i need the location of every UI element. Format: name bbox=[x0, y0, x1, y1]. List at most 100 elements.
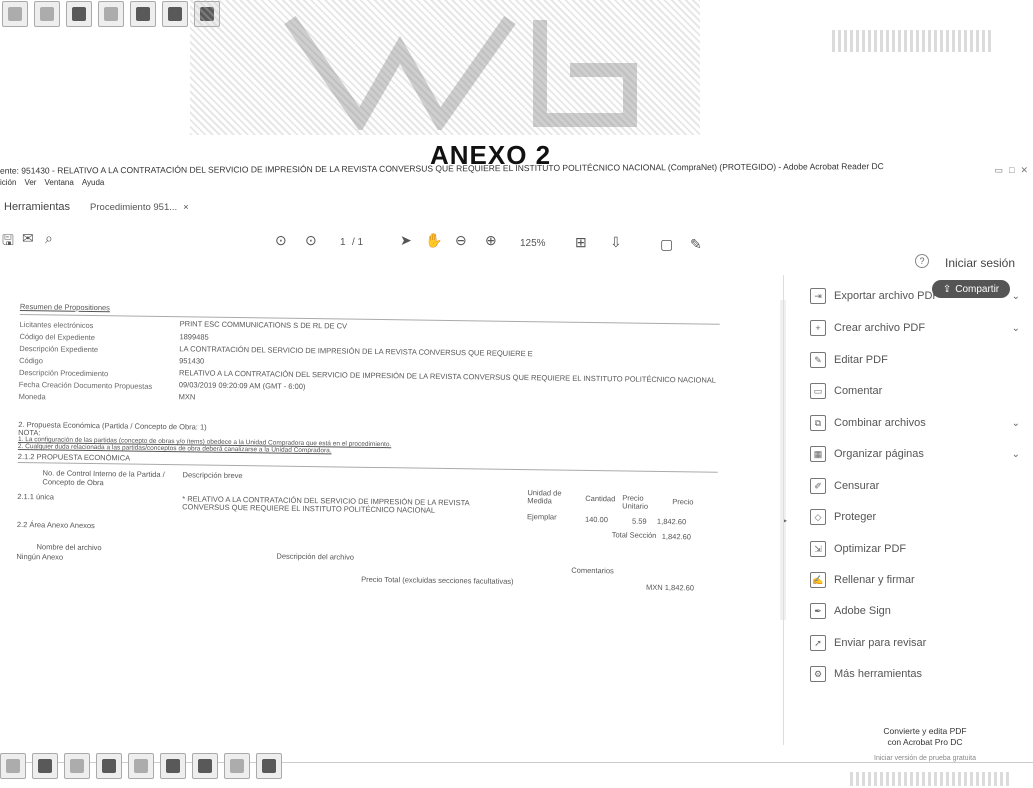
promo-line-1: Convierte y edita PDF bbox=[883, 726, 967, 736]
adobe-sign-icon: ✒ bbox=[810, 603, 826, 619]
taskbar-app-icon[interactable] bbox=[32, 753, 58, 779]
zoom-out-icon[interactable]: ⊖ bbox=[455, 232, 467, 249]
field-label: Código bbox=[19, 355, 43, 366]
tool-edit-pdf[interactable]: ✎ Editar PDF bbox=[810, 352, 1020, 368]
chevron-down-icon[interactable]: ⌄ bbox=[1012, 418, 1020, 429]
zoom-in-icon[interactable]: ⊕ bbox=[485, 232, 497, 249]
tool-label: Exportar archivo PDF bbox=[834, 290, 940, 302]
tool-combine-files[interactable]: ⧉ Combinar archivos ⌄ bbox=[810, 415, 1020, 431]
row-id: 2.1.1 única bbox=[17, 491, 55, 502]
taskbar-app-icon[interactable] bbox=[66, 1, 92, 27]
signin-link[interactable]: Iniciar sesión bbox=[945, 256, 1015, 270]
window-controls: ▭ □ ✕ bbox=[995, 165, 1029, 176]
hand-tool-icon[interactable]: ✋ bbox=[425, 232, 442, 249]
tool-label: Enviar para revisar bbox=[834, 637, 927, 649]
proposal-heading: 2. Propuesta Económica (Partida / Concep… bbox=[18, 419, 207, 432]
tool-organize-pages[interactable]: ▦ Organizar páginas ⌄ bbox=[810, 446, 1020, 462]
page-total: / 1 bbox=[352, 237, 364, 248]
trial-link[interactable]: Iniciar versión de prueba gratuita bbox=[830, 755, 1020, 762]
chevron-down-icon[interactable]: ⌄ bbox=[1012, 323, 1020, 334]
tool-adobe-sign[interactable]: ✒ Adobe Sign bbox=[810, 603, 1020, 619]
help-icon[interactable]: ? bbox=[915, 254, 929, 268]
tool-comment[interactable]: ▭ Comentar bbox=[810, 383, 1020, 399]
tab-document[interactable]: Procedimiento 951... × bbox=[90, 202, 189, 213]
field-value: 1899485 bbox=[179, 332, 209, 342]
comment-tool-icon[interactable]: ▢ bbox=[660, 236, 673, 253]
menu-edit[interactable]: ición bbox=[0, 178, 16, 187]
tool-label: Rellenar y firmar bbox=[834, 574, 915, 586]
mail-icon[interactable]: ✉ bbox=[22, 230, 34, 247]
taskbar-app-icon[interactable] bbox=[98, 1, 124, 27]
highlight-tool-icon[interactable]: ✎ bbox=[690, 236, 702, 253]
tool-create-pdf[interactable]: + Crear archivo PDF ⌄ bbox=[810, 320, 1020, 336]
tool-optimize-pdf[interactable]: ⇲ Optimizar PDF bbox=[810, 541, 1020, 557]
top-taskbar bbox=[2, 0, 220, 28]
close-icon[interactable]: ✕ bbox=[1020, 165, 1028, 176]
row-unit: Ejemplar bbox=[526, 512, 557, 522]
menu-view[interactable]: Ver bbox=[24, 178, 36, 187]
taskbar-app-icon[interactable] bbox=[224, 753, 250, 779]
tool-label: Proteger bbox=[834, 511, 877, 523]
tool-label: Crear archivo PDF bbox=[834, 322, 926, 334]
tool-more-tools[interactable]: ⚙ Más herramientas bbox=[810, 666, 1020, 682]
field-label: Fecha Creación Documento Propuestas bbox=[18, 379, 153, 391]
zoom-search-icon[interactable]: ⌕ bbox=[45, 230, 53, 247]
tool-send-review[interactable]: ➚ Enviar para revisar bbox=[810, 635, 1020, 651]
attach-heading: 2.2 Área Anexo Anexos bbox=[16, 519, 95, 531]
scroll-mode-icon[interactable]: ⇩ bbox=[610, 234, 622, 251]
taskbar-app-icon[interactable] bbox=[192, 753, 218, 779]
window-title: ente: 951430 - RELATIVO A LA CONTRATACIÓ… bbox=[0, 161, 884, 176]
taskbar-app-icon[interactable] bbox=[130, 1, 156, 27]
create-pdf-icon: + bbox=[810, 320, 826, 336]
protect-icon: ◇ bbox=[810, 509, 826, 525]
taskbar-app-icon[interactable] bbox=[96, 753, 122, 779]
grand-total-label: Precio Total (excluidas secciones facult… bbox=[361, 574, 514, 586]
page-number-input[interactable]: 1 bbox=[340, 237, 346, 248]
field-value: MXN bbox=[178, 392, 196, 402]
tool-protect[interactable]: ◇ Proteger bbox=[810, 509, 1020, 525]
taskbar-app-icon[interactable] bbox=[128, 753, 154, 779]
taskbar-app-icon[interactable] bbox=[0, 753, 26, 779]
promo-text: Convierte y edita PDF con Acrobat Pro DC bbox=[830, 726, 1020, 748]
taskbar-app-icon[interactable] bbox=[256, 753, 282, 779]
col-header-qty: Cantidad bbox=[585, 493, 616, 504]
minimize-icon[interactable]: ▭ bbox=[995, 165, 1004, 176]
attach-comments-header: Comentarios bbox=[571, 565, 614, 576]
grand-total-value: MXN 1,842.60 bbox=[645, 582, 695, 593]
chevron-down-icon[interactable]: ⌄ bbox=[1012, 449, 1020, 460]
fit-page-icon[interactable]: ⊞ bbox=[575, 234, 587, 251]
chevron-down-icon[interactable]: ⌄ bbox=[1012, 291, 1020, 302]
tool-label: Comentar bbox=[834, 385, 883, 397]
tool-export-pdf[interactable]: ⇥ Exportar archivo PDF ⌄ bbox=[810, 288, 1020, 304]
tool-fill-sign[interactable]: ✍ Rellenar y firmar bbox=[810, 572, 1020, 588]
field-label: Descripción Expediente bbox=[19, 343, 99, 355]
taskbar-app-icon[interactable] bbox=[64, 753, 90, 779]
row-qty: 140.00 bbox=[584, 514, 609, 525]
tab-close-icon[interactable]: × bbox=[183, 202, 189, 213]
panel-divider bbox=[783, 275, 784, 745]
pdf-page: Resumen de Propositiones Licitantes elec… bbox=[15, 300, 740, 640]
scan-stamp bbox=[850, 772, 1010, 786]
organize-pages-icon: ▦ bbox=[810, 446, 826, 462]
tab-tools[interactable]: Herramientas bbox=[4, 201, 70, 213]
select-cursor-icon[interactable]: ➤ bbox=[400, 232, 412, 249]
next-page-icon[interactable]: ⊙ bbox=[305, 232, 317, 249]
taskbar-app-icon[interactable] bbox=[162, 1, 188, 27]
tool-redact[interactable]: ✐ Censurar bbox=[810, 478, 1020, 494]
taskbar-app-icon[interactable] bbox=[2, 1, 28, 27]
tabs-bar: Herramientas Procedimiento 951... × bbox=[0, 197, 1033, 217]
taskbar-app-icon[interactable] bbox=[160, 753, 186, 779]
col-header-price: Precio bbox=[672, 497, 694, 507]
menu-help[interactable]: Ayuda bbox=[82, 178, 105, 187]
fill-sign-icon: ✍ bbox=[810, 572, 826, 588]
institution-logo-watermark bbox=[284, 15, 637, 130]
attach-name: Ningún Anexo bbox=[16, 551, 64, 562]
menu-window[interactable]: Ventana bbox=[44, 178, 73, 187]
maximize-icon[interactable]: □ bbox=[1009, 165, 1014, 176]
prev-page-icon[interactable]: ⊙ bbox=[275, 232, 287, 249]
optimize-pdf-icon: ⇲ bbox=[810, 541, 826, 557]
row-unit-price: 5.59 bbox=[631, 516, 647, 526]
zoom-level-select[interactable]: 125% bbox=[520, 238, 546, 249]
save-icon[interactable]: 🖫 bbox=[2, 230, 14, 254]
taskbar-app-icon[interactable] bbox=[34, 1, 60, 27]
